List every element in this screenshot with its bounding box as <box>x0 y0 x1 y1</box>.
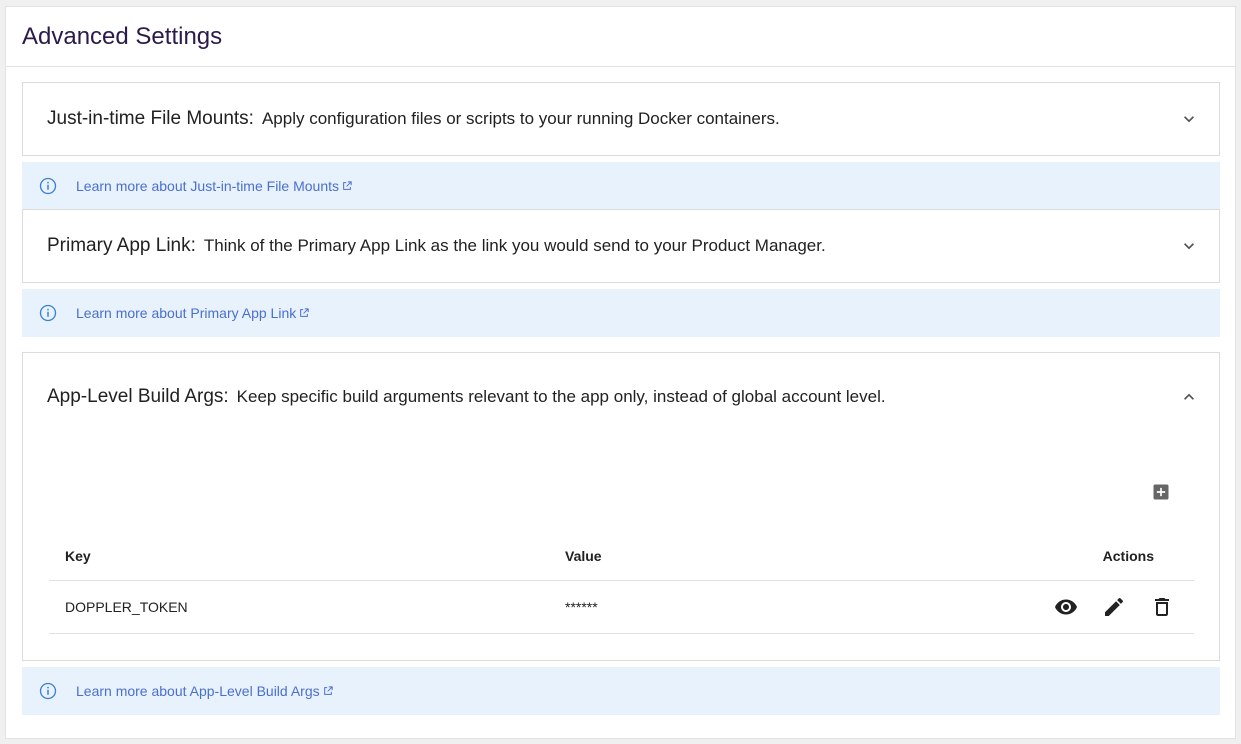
chevron-down-icon[interactable] <box>1179 236 1199 256</box>
pencil-icon[interactable] <box>1102 595 1126 619</box>
info-banner-file-mounts: Learn more about Just-in-time File Mount… <box>22 162 1220 210</box>
row-value-cell: ****** <box>565 599 598 615</box>
table-row: DOPPLER_TOKEN ****** <box>49 581 1194 634</box>
panel-primary-app-link-title: Primary App Link: <box>47 235 196 256</box>
panel-primary-app-link-header[interactable]: Primary App Link: Think of the Primary A… <box>23 210 1219 282</box>
external-link-icon <box>343 181 352 190</box>
panel-build-args-header[interactable]: App-Level Build Args: Keep specific buil… <box>23 361 1219 433</box>
external-link-icon <box>300 308 309 317</box>
info-banner-primary-app-link: Learn more about Primary App Link <box>22 289 1220 337</box>
trash-icon[interactable] <box>1150 595 1174 619</box>
learn-more-file-mounts-link[interactable]: Learn more about Just-in-time File Mount… <box>76 178 352 194</box>
panel-file-mounts-description: Apply configuration files or scripts to … <box>261 109 780 128</box>
info-icon <box>39 682 57 700</box>
panel-primary-app-link-description: Think of the Primary App Link as the lin… <box>203 236 826 255</box>
learn-more-primary-app-link-link[interactable]: Learn more about Primary App Link <box>76 305 309 321</box>
column-header-value: Value <box>565 547 602 564</box>
panel-file-mounts: Just-in-time File Mounts: Apply configur… <box>22 82 1220 156</box>
info-icon <box>39 177 57 195</box>
eye-icon[interactable] <box>1054 595 1078 619</box>
column-header-actions: Actions <box>1102 547 1154 564</box>
learn-more-build-args-link[interactable]: Learn more about App-Level Build Args <box>76 683 333 699</box>
panel-file-mounts-header[interactable]: Just-in-time File Mounts: Apply configur… <box>23 83 1219 155</box>
panel-build-args-description: Keep specific build arguments relevant t… <box>236 387 886 406</box>
panel-build-args: App-Level Build Args: Keep specific buil… <box>22 352 1220 661</box>
learn-more-primary-app-link-text: Learn more about Primary App Link <box>76 305 297 321</box>
chevron-down-icon[interactable] <box>1179 109 1199 129</box>
table-header-row: Key Value Actions <box>49 531 1194 581</box>
panel-file-mounts-title: Just-in-time File Mounts: <box>47 108 254 129</box>
add-box-icon[interactable] <box>1151 482 1171 502</box>
card-header: Advanced Settings <box>6 7 1235 67</box>
panel-primary-app-link: Primary App Link: Think of the Primary A… <box>22 209 1220 283</box>
info-banner-build-args: Learn more about App-Level Build Args <box>22 667 1220 715</box>
chevron-up-icon[interactable] <box>1179 387 1199 407</box>
info-icon <box>39 304 57 322</box>
page-title: Advanced Settings <box>22 22 223 50</box>
learn-more-build-args-text: Learn more about App-Level Build Args <box>76 683 320 699</box>
external-link-icon <box>323 686 333 695</box>
panel-build-args-title: App-Level Build Args: <box>47 386 229 407</box>
row-actions-cell <box>1019 595 1194 619</box>
build-args-table: Key Value Actions DOPPLER_TOKEN ****** <box>49 531 1194 634</box>
row-key-cell: DOPPLER_TOKEN <box>65 599 188 615</box>
learn-more-file-mounts-text: Learn more about Just-in-time File Mount… <box>76 178 339 194</box>
column-header-key: Key <box>65 547 91 564</box>
advanced-settings-card: Advanced Settings Just-in-time File Moun… <box>5 6 1236 739</box>
